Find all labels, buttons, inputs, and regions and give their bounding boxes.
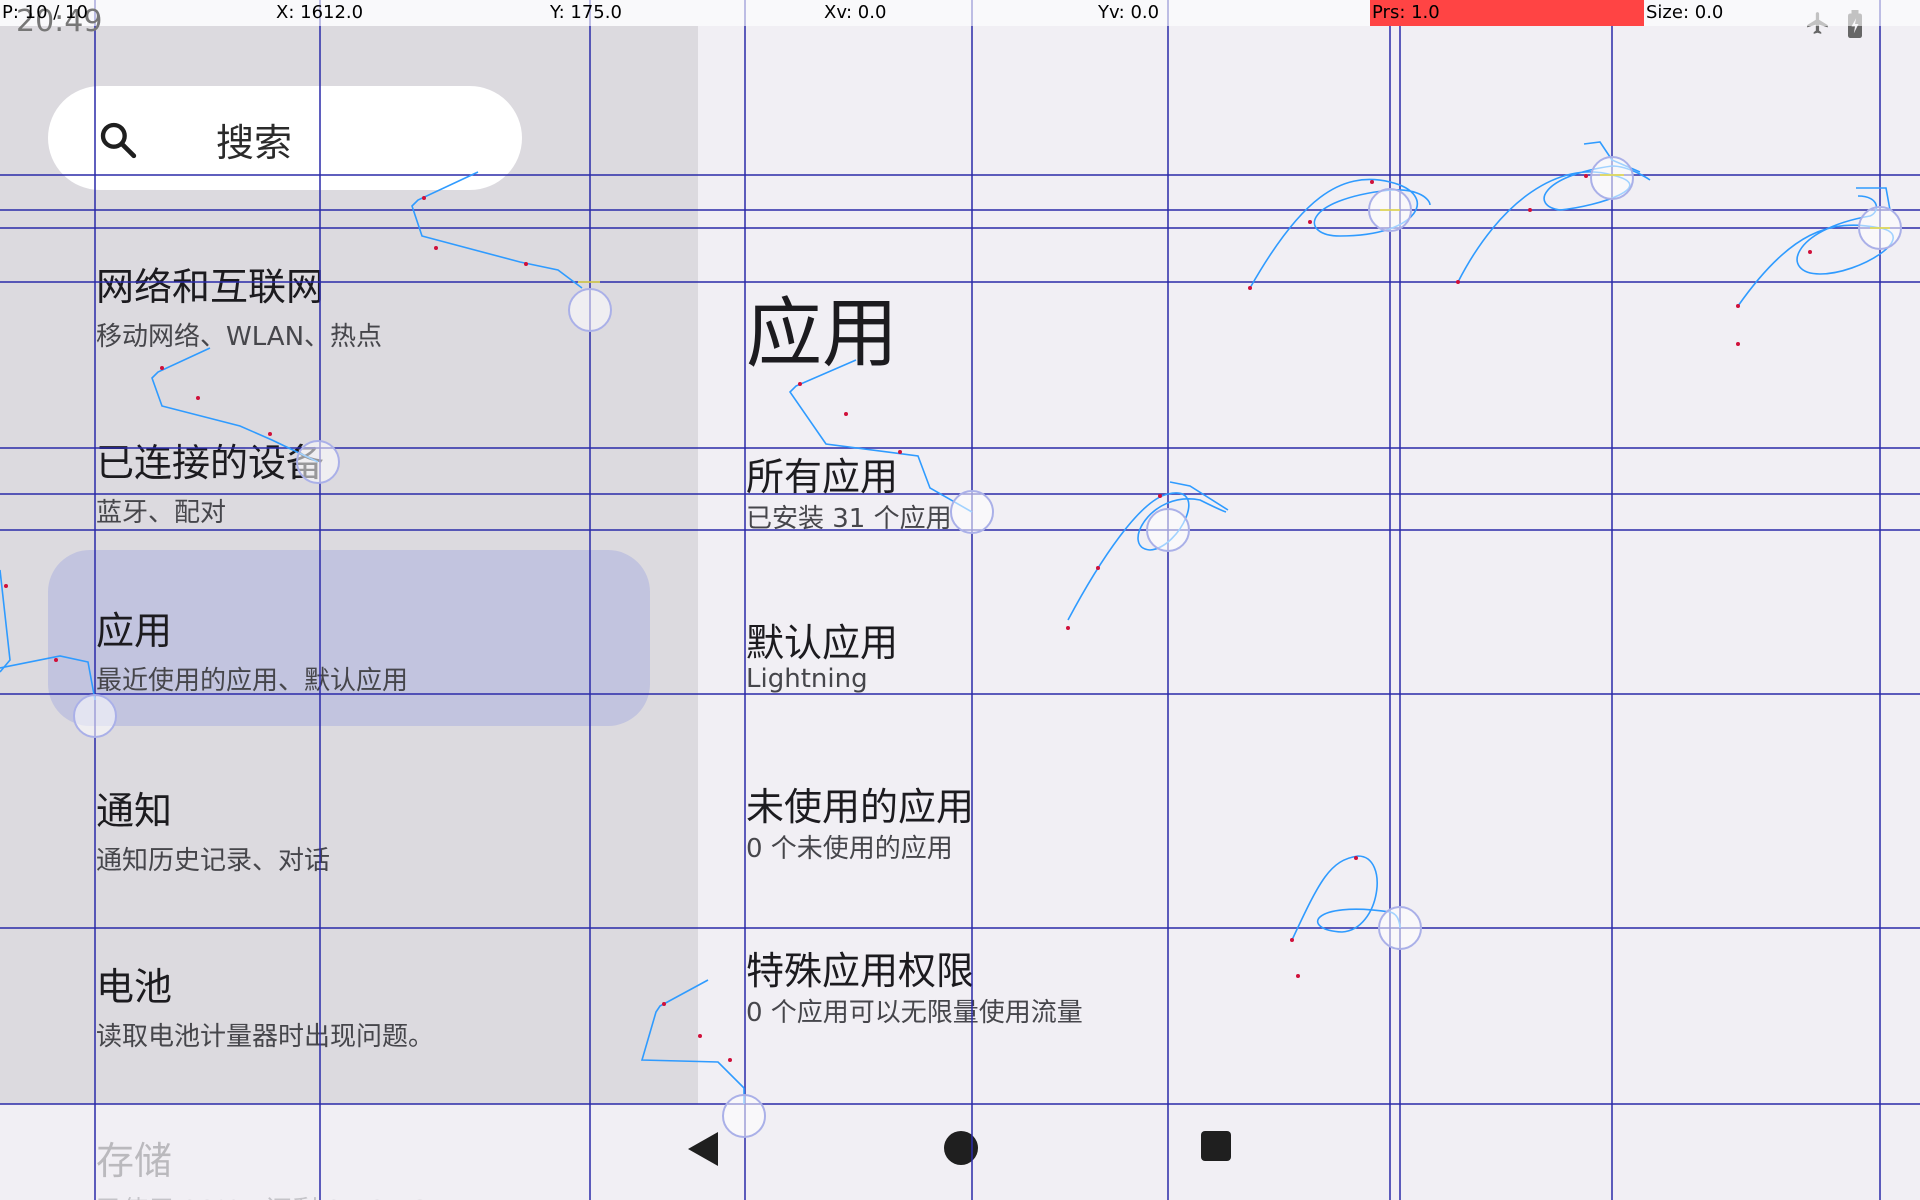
pointer-y-velocity: Yv: 0.0 [1098, 2, 1160, 23]
default-apps-item[interactable]: 默认应用 Lightning [746, 612, 1746, 762]
all-apps-item[interactable]: 所有应用 已安装 31 个应用 [746, 446, 1746, 596]
recents-icon[interactable] [1200, 1130, 1232, 1162]
sidebar-item-title: 应用 [96, 609, 173, 653]
pointer-count: P: 10 / 10 [2, 2, 88, 23]
unused-apps-item[interactable]: 未使用的应用 0 个未使用的应用 [746, 776, 1746, 926]
sidebar-item-title: 网络和互联网 [96, 265, 325, 309]
search-bar[interactable]: 搜索 [48, 86, 522, 190]
pointer-x-velocity: Xv: 0.0 [824, 2, 887, 23]
item-title: 未使用的应用 [746, 785, 975, 829]
sidebar-item-subtitle: 读取电池计量器时出现问题。 [96, 1022, 435, 1052]
pressure-crosshairs [578, 174, 1890, 283]
sidebar-item-battery[interactable]: 电池 读取电池计量器时出现问题。 [48, 906, 650, 1082]
settings-sidebar: 搜索 网络和互联网 移动网络、WLAN、热点 已连接的设备 蓝牙、配对 应用 最… [0, 26, 698, 1104]
item-subtitle: Lightning [746, 664, 868, 694]
pointer-y: Y: 175.0 [550, 2, 622, 23]
sidebar-item-subtitle: 移动网络、WLAN、热点 [96, 322, 383, 352]
pointer-x: X: 1612.0 [276, 2, 364, 23]
sidebar-item-title: 电池 [96, 965, 173, 1009]
pointer-pressure: Prs: 1.0 [1372, 2, 1440, 23]
item-title: 默认应用 [746, 621, 899, 665]
pointer-info-bar: 20:49 P: 10 / 10 X: 1612.0 Y: 175.0 Xv: … [0, 0, 1920, 39]
sidebar-item-subtitle: 最近使用的应用、默认应用 [96, 666, 409, 696]
sidebar-item-title: 已连接的设备 [96, 441, 325, 485]
home-icon[interactable] [943, 1130, 979, 1166]
item-title: 所有应用 [746, 455, 899, 499]
sidebar-item-title: 通知 [96, 789, 173, 833]
item-subtitle: 0 个应用可以无限量使用流量 [746, 998, 1083, 1028]
item-subtitle: 已安装 31 个应用 [746, 504, 952, 534]
sidebar-item-subtitle: 蓝牙、配对 [96, 498, 227, 528]
sidebar-item-network[interactable]: 网络和互联网 移动网络、WLAN、热点 [48, 206, 650, 382]
page-title: 应用 [746, 289, 898, 378]
sidebar-item-apps[interactable]: 应用 最近使用的应用、默认应用 [48, 550, 650, 726]
sidebar-item-connected-devices[interactable]: 已连接的设备 蓝牙、配对 [48, 382, 650, 558]
pointer-size: Size: 0.0 [1646, 2, 1724, 23]
special-app-access-item[interactable]: 特殊应用权限 0 个应用可以无限量使用流量 [746, 940, 1746, 1090]
screen: 搜索 网络和互联网 移动网络、WLAN、热点 已连接的设备 蓝牙、配对 应用 最… [0, 0, 1920, 1200]
search-icon [100, 122, 137, 159]
item-subtitle: 0 个未使用的应用 [746, 834, 953, 864]
search-label: 搜索 [216, 121, 293, 165]
item-title: 特殊应用权限 [746, 949, 975, 993]
back-icon[interactable] [686, 1130, 720, 1168]
sidebar-item-subtitle: 通知历史记录、对话 [96, 846, 331, 876]
sidebar-item-notifications[interactable]: 通知 通知历史记录、对话 [48, 730, 650, 906]
